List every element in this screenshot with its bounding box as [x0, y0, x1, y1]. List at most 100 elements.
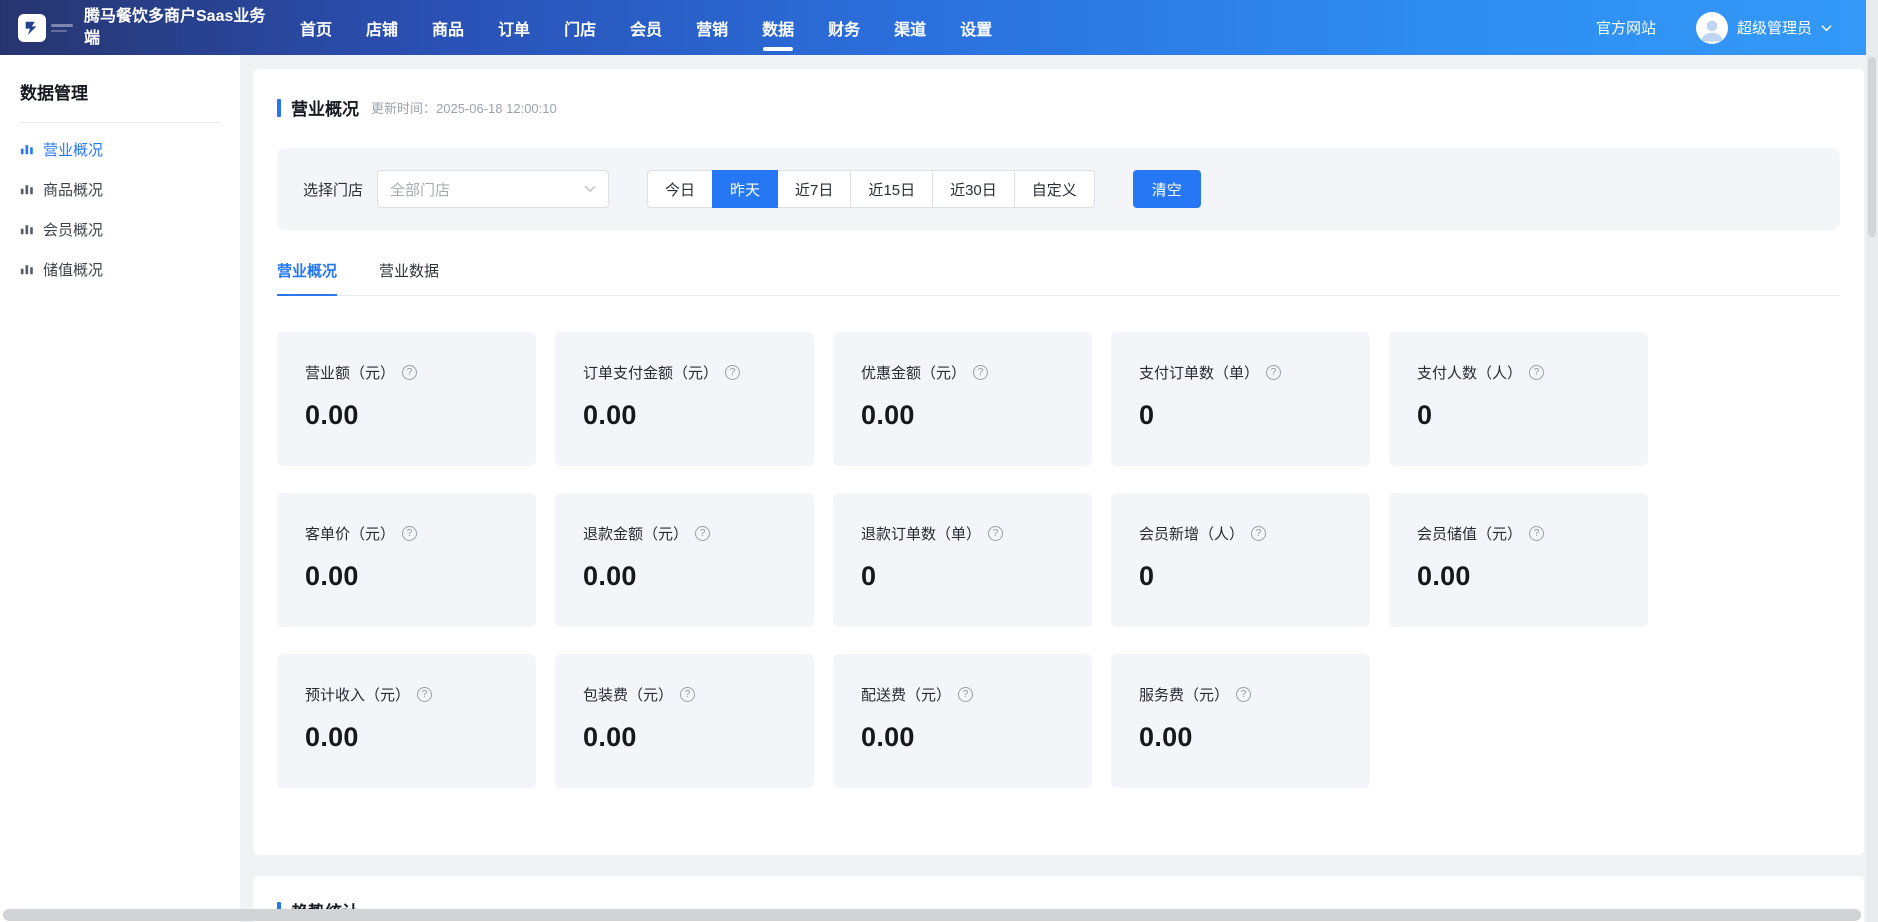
help-icon[interactable]: ? [402, 365, 417, 380]
nav-item-shop[interactable]: 店铺 [366, 0, 398, 55]
tab-business-overview[interactable]: 营业概况 [277, 260, 337, 296]
nav-item-stores[interactable]: 门店 [564, 0, 596, 55]
stat-value: 0.00 [861, 722, 1064, 753]
store-select-placeholder: 全部门店 [390, 179, 450, 200]
date-range-last-7-days[interactable]: 近7日 [777, 170, 851, 208]
help-icon[interactable]: ? [1529, 365, 1544, 380]
clear-button[interactable]: 清空 [1133, 170, 1201, 208]
stat-card: 支付人数（人）?0 [1389, 332, 1648, 466]
tab-label: 营业概况 [277, 263, 337, 280]
sidebar-item-label: 商品概况 [43, 179, 103, 200]
stat-value: 0.00 [861, 400, 1064, 431]
nav-item-label: 渠道 [894, 16, 926, 40]
sidebar-item-member-overview[interactable]: 会员概况 [20, 209, 220, 249]
date-range-today[interactable]: 今日 [647, 170, 713, 208]
nav-item-goods[interactable]: 商品 [432, 0, 464, 55]
main-content: 营业概况 更新时间：2025-06-18 12:00:10 选择门店 全部门店 … [240, 55, 1878, 922]
stat-label: 预计收入（元） [305, 684, 410, 705]
stat-label: 包装费（元） [583, 684, 673, 705]
stat-card: 配送费（元）? 0.00 [833, 654, 1092, 788]
overview-card: 营业概况 更新时间：2025-06-18 12:00:10 选择门店 全部门店 … [253, 69, 1864, 855]
nav-item-channels[interactable]: 渠道 [894, 0, 926, 55]
nav-item-label: 设置 [960, 16, 992, 40]
filter-box: 选择门店 全部门店 今日昨天近7日近15日近30日自定义 清空 [277, 148, 1840, 230]
help-icon[interactable]: ? [695, 526, 710, 541]
divider [20, 122, 220, 123]
user-name: 超级管理员 [1737, 17, 1812, 38]
stat-label-row: 退款订单数（单）? [861, 523, 1064, 544]
update-time: 更新时间：2025-06-18 12:00:10 [371, 98, 557, 117]
stat-value: 0.00 [1417, 561, 1620, 592]
help-icon[interactable]: ? [1236, 687, 1251, 702]
help-icon[interactable]: ? [1251, 526, 1266, 541]
nav-item-data[interactable]: 数据 [762, 0, 794, 55]
help-icon[interactable]: ? [973, 365, 988, 380]
date-range-last-30-days[interactable]: 近30日 [932, 170, 1015, 208]
nav-item-marketing[interactable]: 营销 [696, 0, 728, 55]
top-navbar: 腾马餐饮多商户Saas业务端 首页店铺商品订单门店会员营销数据财务渠道设置 官方… [0, 0, 1878, 55]
sidebar-item-goods-overview[interactable]: 商品概况 [20, 169, 220, 209]
help-icon[interactable]: ? [725, 365, 740, 380]
nav-item-label: 财务 [828, 16, 860, 40]
help-icon[interactable]: ? [1529, 526, 1544, 541]
help-icon[interactable]: ? [417, 687, 432, 702]
stat-label: 退款订单数（单） [861, 523, 981, 544]
sidebar-item-stored-value-overview[interactable]: 储值概况 [20, 249, 220, 289]
nav-item-orders[interactable]: 订单 [498, 0, 530, 55]
nav-item-settings[interactable]: 设置 [960, 0, 992, 55]
help-icon[interactable]: ? [402, 526, 417, 541]
stat-label: 会员新增（人） [1139, 523, 1244, 544]
main-nav: 首页 店铺 商品 订单门店 会员 营销数据 财务 渠道 设置 [300, 0, 992, 55]
stat-label-row: 会员储值（元）? [1417, 523, 1620, 544]
stat-label-row: 配送费（元）? [861, 684, 1064, 705]
sidebar-title: 数据管理 [20, 79, 220, 104]
stat-value: 0.00 [305, 722, 508, 753]
user-menu[interactable]: 超级管理员 [1696, 12, 1832, 44]
nav-item-label: 首页 [300, 16, 332, 40]
navbar-left: 腾马餐饮多商户Saas业务端 首页店铺商品订单门店会员营销数据财务渠道设置 [0, 0, 992, 55]
nav-item-members[interactable]: 会员 [630, 0, 662, 55]
official-site-link[interactable]: 官方网站 [1596, 17, 1656, 38]
help-icon[interactable]: ? [1266, 365, 1281, 380]
stat-value: 0.00 [1139, 722, 1342, 753]
stat-label: 客单价（元） [305, 523, 395, 544]
stat-card: 营业额（元）?0.00 [277, 332, 536, 466]
nav-item-home[interactable]: 首页 [300, 0, 332, 55]
app-logo [18, 14, 73, 42]
stat-label: 营业额（元） [305, 362, 395, 383]
stat-value: 0 [861, 561, 1064, 592]
sidebar-item-label: 会员概况 [43, 219, 103, 240]
date-range-custom[interactable]: 自定义 [1014, 170, 1095, 208]
date-range-last-15-days[interactable]: 近15日 [850, 170, 933, 208]
help-icon[interactable]: ? [958, 687, 973, 702]
navbar-right: 官方网站 超级管理员 [1596, 12, 1878, 44]
chevron-down-icon [584, 185, 596, 193]
sidebar-item-label: 营业概况 [43, 139, 103, 160]
section-accent-bar [277, 99, 281, 117]
bar-chart-icon [20, 222, 34, 236]
nav-item-finance[interactable]: 财务 [828, 0, 860, 55]
stat-label-row: 退款金额（元）? [583, 523, 786, 544]
stats-grid: 营业额（元）?0.00订单支付金额（元）?0.00优惠金额（元）?0.00支付订… [277, 332, 1840, 788]
update-time-label: 更新时间： [371, 101, 436, 116]
stat-label-row: 支付人数（人）? [1417, 362, 1620, 383]
sidebar-item-business-overview[interactable]: 营业概况 [20, 129, 220, 169]
help-icon[interactable]: ? [988, 526, 1003, 541]
store-select-label: 选择门店 [303, 179, 363, 200]
vertical-scrollbar[interactable] [1866, 0, 1878, 922]
stat-card: 服务费（元）?0.00 [1111, 654, 1370, 788]
nav-item-label: 商品 [432, 16, 464, 40]
stat-label: 支付人数（人） [1417, 362, 1522, 383]
date-range-yesterday[interactable]: 昨天 [712, 170, 778, 208]
stat-label-row: 营业额（元）? [305, 362, 508, 383]
horizontal-scrollbar-thumb[interactable] [3, 909, 1861, 921]
store-select[interactable]: 全部门店 [377, 170, 609, 208]
help-icon[interactable]: ? [680, 687, 695, 702]
nav-item-label: 会员 [630, 16, 662, 40]
overview-tabs: 营业概况 营业数据 [277, 260, 1840, 296]
stat-card: 支付订单数（单）?0 [1111, 332, 1370, 466]
stat-label-row: 支付订单数（单）? [1139, 362, 1342, 383]
stat-card: 包装费（元）?0.00 [555, 654, 814, 788]
tab-business-data[interactable]: 营业数据 [379, 260, 439, 296]
vertical-scrollbar-thumb[interactable] [1868, 57, 1876, 237]
